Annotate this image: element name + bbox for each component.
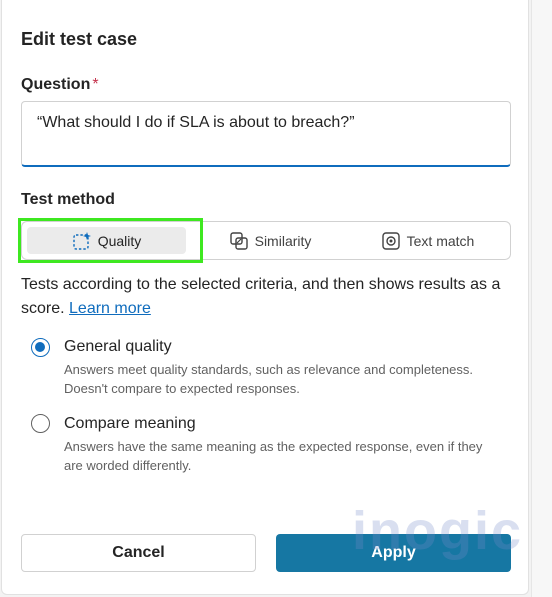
- required-marker: *: [92, 76, 99, 93]
- cancel-button[interactable]: Cancel: [21, 534, 256, 572]
- tab-text-match-label: Text match: [406, 232, 475, 249]
- scroll-strip: [531, 0, 552, 597]
- compare-meaning-description: Answers have the same meaning as the exp…: [64, 439, 483, 473]
- dialog-title: Edit test case: [21, 29, 138, 49]
- tab-similarity-label: Similarity: [254, 232, 312, 249]
- test-method-label: Test method: [21, 191, 115, 208]
- tab-quality[interactable]: Quality: [27, 227, 186, 254]
- tab-quality-label: Quality: [97, 232, 142, 249]
- compare-meaning-title: Compare meaning: [64, 415, 196, 432]
- overlap-squares-icon: [229, 231, 248, 250]
- sparkle-dashed-icon: [73, 231, 91, 250]
- target-icon: [381, 231, 400, 250]
- test-method-description: Tests according to the selected criteria…: [21, 276, 501, 317]
- tab-text-match[interactable]: Text match: [370, 227, 485, 254]
- learn-more-link[interactable]: Learn more: [69, 300, 151, 317]
- compare-meaning-radio[interactable]: [31, 414, 50, 433]
- question-label: Question *: [21, 76, 99, 93]
- apply-button[interactable]: Apply: [276, 534, 511, 572]
- question-input[interactable]: “What should I do if SLA is about to bre…: [21, 101, 511, 167]
- general-quality-description: Answers meet quality standards, such as …: [64, 362, 473, 396]
- general-quality-title: General quality: [64, 338, 172, 355]
- tab-similarity[interactable]: Similarity: [215, 227, 325, 254]
- general-quality-radio[interactable]: [31, 338, 50, 357]
